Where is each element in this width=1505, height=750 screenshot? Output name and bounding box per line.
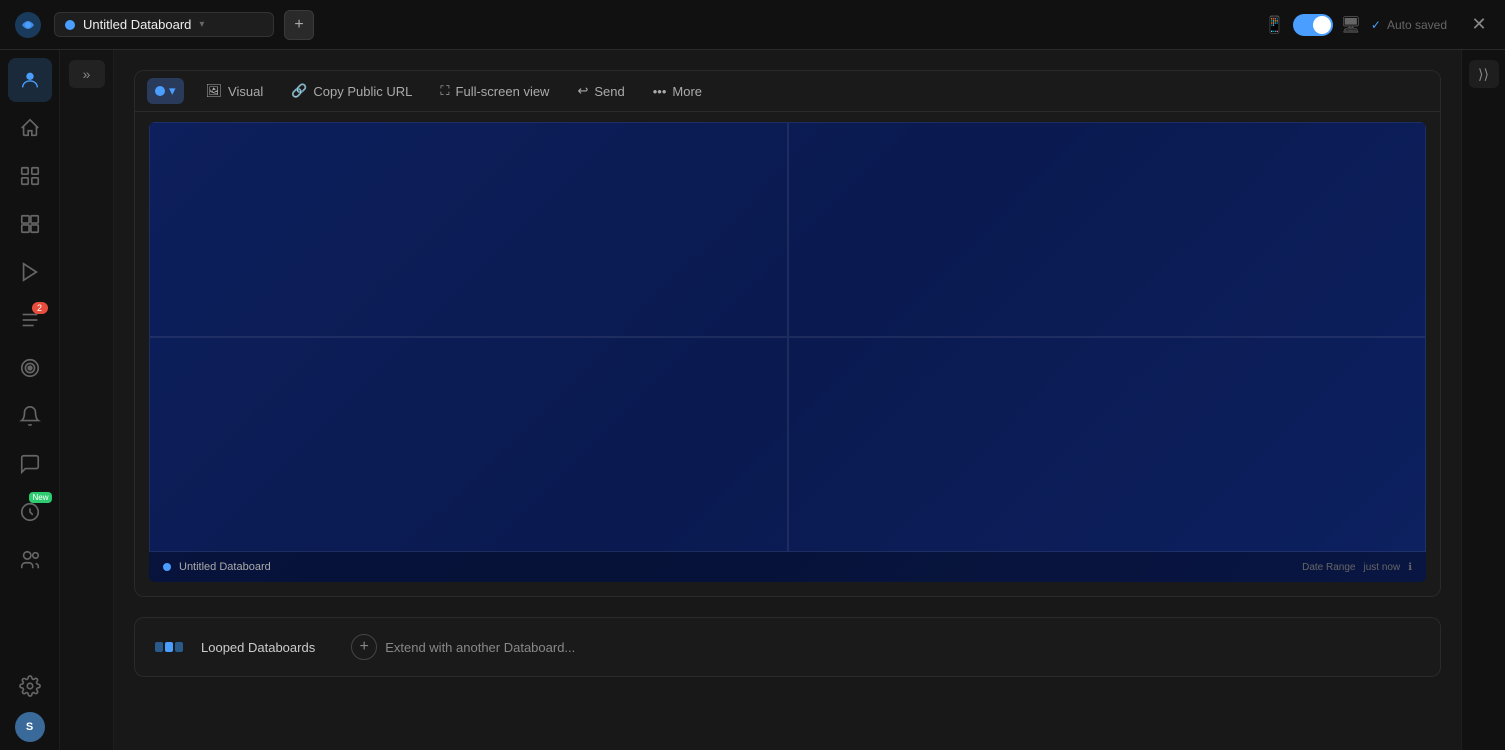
extend-label: Extend with another Databoard... [385,640,575,655]
tasks-badge: 2 [32,302,48,314]
grid-cell-br [788,337,1427,552]
grid-lines [149,122,1426,552]
toolbar-fullscreen[interactable]: ⛶ Full-screen view [426,77,563,105]
toggle-switch[interactable] [1293,14,1333,36]
info-icon: ℹ [1408,562,1412,573]
sidebar-item-alerts[interactable] [8,394,52,438]
sidebar-item-team[interactable] [8,538,52,582]
new-feature-badge: New [29,492,51,503]
avatar[interactable]: S [15,712,45,742]
timestamp-label: just now [1364,562,1401,573]
title-area[interactable]: Untitled Databoard ▾ [54,12,274,37]
sidebar-item-tasks[interactable]: 2 [8,298,52,342]
add-button[interactable]: + [284,10,314,40]
sidebar: 2 New [0,50,60,750]
databoard-title: Untitled Databoard [83,17,191,32]
app-logo [12,9,44,41]
frame-footer: Untitled Databoard Date Range just now ℹ [149,552,1426,582]
toolbar: ▾ 🖼 Visual 🔗 Copy Public URL ⛶ Full-scre… [135,71,1440,112]
frame-footer-dot [163,563,171,571]
fullscreen-icon: ⛶ [440,83,449,99]
more-dots-icon: ••• [653,84,667,99]
frame-footer-title: Untitled Databoard [179,561,271,573]
title-dot [65,20,75,30]
looped-card: Looped Databoards + Extend with another … [134,617,1441,677]
looped-label: Looped Databoards [201,640,315,655]
copy-url-label: Copy Public URL [313,84,412,99]
grid-cell-tr [788,122,1427,337]
top-header: Untitled Databoard ▾ + 📱 🖥 ✓ Auto saved … [0,0,1505,50]
toolbar-copy-url[interactable]: 🔗 Copy Public URL [277,77,426,105]
visual-label: Visual [228,84,263,99]
sidebar-item-settings[interactable] [8,664,52,708]
date-range-label: Date Range [1302,562,1355,573]
visual-icon: 🖼 [206,83,223,99]
title-chevron-icon: ▾ [199,19,204,30]
frame-footer-right: Date Range just now ℹ [1302,562,1412,573]
sidebar-item-numbers[interactable] [8,154,52,198]
fullscreen-label: Full-screen view [456,84,550,99]
view-toggle: 📱 🖥 [1265,14,1361,36]
toolbar-dropdown[interactable]: ▾ [147,78,184,104]
sidebar-bottom: S [8,664,52,742]
preview-container: Untitled Databoard Date Range just now ℹ [135,112,1440,596]
content-area: ▾ 🖼 Visual 🔗 Copy Public URL ⛶ Full-scre… [114,50,1461,750]
toggle-knob [1313,16,1331,34]
check-icon: ✓ [1371,18,1381,32]
databoard-card: ▾ 🖼 Visual 🔗 Copy Public URL ⛶ Full-scre… [134,70,1441,597]
send-icon: ↩ [577,83,588,99]
toolbar-visual[interactable]: 🖼 Visual [192,77,278,105]
close-button[interactable]: ✕ [1465,11,1493,39]
right-collapse-icon: ⟩⟩ [1478,66,1489,83]
sidebar-item-new-feature[interactable]: New [8,490,52,534]
extend-button[interactable]: + Extend with another Databoard... [331,634,595,660]
main-layout: 2 New [0,50,1505,750]
grid-cell-bl [149,337,788,552]
collapse-icon: » [83,66,91,82]
collapse-button[interactable]: » [69,60,105,88]
toolbar-more[interactable]: ••• More [639,78,716,105]
sidebar-item-video[interactable] [8,250,52,294]
more-label: More [672,84,702,99]
dropdown-chevron-icon: ▾ [169,83,176,99]
sidebar-item-chat[interactable] [8,442,52,486]
send-label: Send [594,84,624,99]
extend-plus-icon: + [351,634,377,660]
sidebar-item-goals[interactable] [8,346,52,390]
mobile-icon[interactable]: 📱 [1265,15,1285,35]
preview-frame: Untitled Databoard Date Range just now ℹ [149,122,1426,582]
desktop-icon[interactable]: 🖥 [1341,15,1361,35]
right-panel: ⟩⟩ [1461,50,1505,750]
toolbar-send[interactable]: ↩ Send [563,77,638,105]
sidebar-item-dashboard[interactable] [8,202,52,246]
grid-cell-tl [149,122,788,337]
right-collapse-button[interactable]: ⟩⟩ [1469,60,1499,88]
looped-icon [155,639,185,655]
sidebar-item-home[interactable] [8,106,52,150]
collapse-panel: » [60,50,114,750]
drop-dot [155,86,165,96]
copy-url-icon: 🔗 [291,83,307,99]
auto-saved-status: ✓ Auto saved [1371,18,1447,32]
auto-saved-label: Auto saved [1387,18,1447,32]
sidebar-item-people[interactable] [8,58,52,102]
